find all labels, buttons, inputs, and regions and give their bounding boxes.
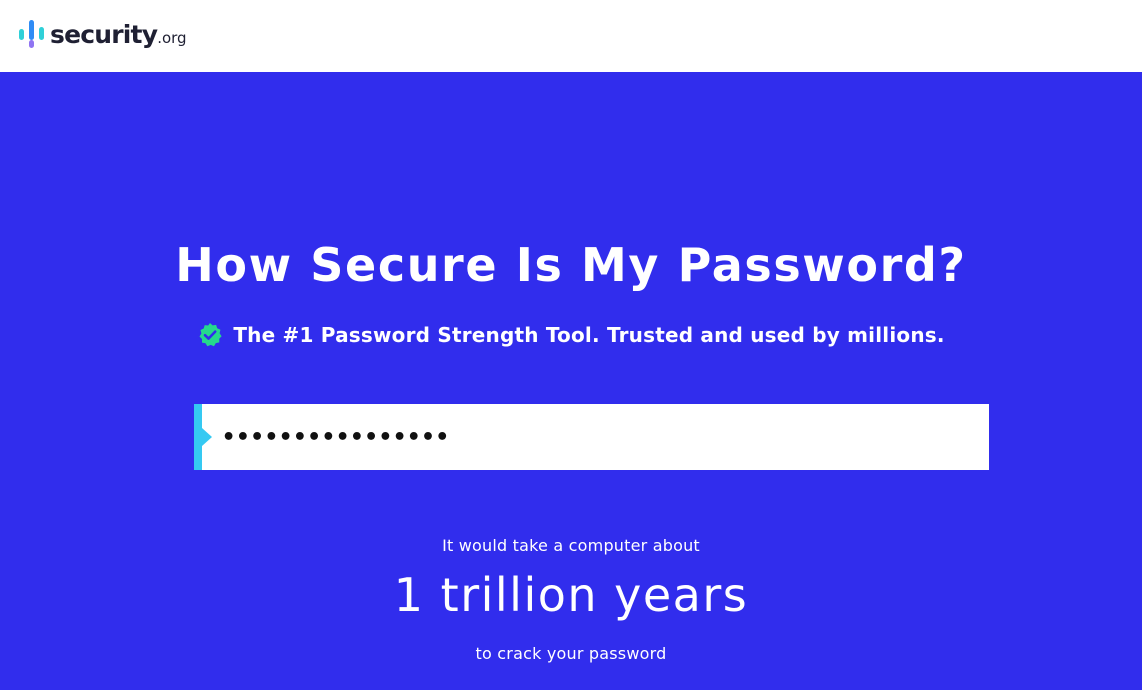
bar-chart-logo-icon [19, 20, 44, 48]
page-title: How Secure Is My Password? [175, 238, 967, 292]
crack-time-prefix: It would take a computer about [442, 536, 700, 555]
logo-tld: .org [157, 28, 187, 47]
logo-word: security [50, 19, 158, 49]
password-field-accent-bar [194, 404, 202, 470]
crack-time-duration: 1 trillion years [393, 568, 749, 622]
site-header: security .org [0, 0, 1142, 72]
subtitle: The #1 Password Strength Tool. Trusted a… [0, 322, 1142, 348]
password-input[interactable] [222, 404, 962, 470]
password-field-arrow-icon [202, 428, 212, 446]
crack-time-suffix: to crack your password [475, 644, 667, 663]
logo-wordmark: security .org [50, 22, 187, 47]
site-logo[interactable]: security .org [18, 18, 187, 50]
password-field-container [194, 404, 989, 470]
verified-check-icon [199, 323, 222, 347]
subtitle-text: The #1 Password Strength Tool. Trusted a… [233, 323, 945, 347]
hero-section: How Secure Is My Password? The #1 Passwo… [0, 72, 1142, 690]
